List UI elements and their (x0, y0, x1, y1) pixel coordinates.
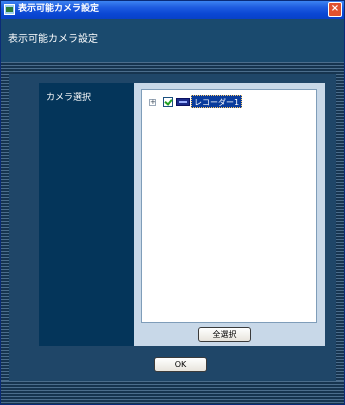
recorder-icon (176, 98, 190, 106)
tree-area: + レコーダー1 全選択 (134, 83, 325, 346)
left-border (1, 74, 9, 381)
header-band: 表示可能カメラ設定 (1, 19, 344, 62)
label-column: カメラ選択 (39, 83, 134, 346)
select-all-button[interactable]: 全選択 (198, 327, 251, 342)
close-icon: × (330, 3, 340, 14)
close-button[interactable]: × (328, 2, 342, 17)
check-icon (164, 97, 173, 106)
right-border (336, 74, 344, 381)
top-divider (1, 62, 344, 74)
app-icon (4, 4, 15, 15)
tree-node-recorder-1[interactable]: レコーダー1 (191, 95, 243, 108)
camera-tree[interactable]: + レコーダー1 (141, 89, 317, 323)
camera-select-panel: カメラ選択 + レコーダー1 全選択 (39, 83, 325, 346)
page-heading: 表示可能カメラ設定 (8, 34, 98, 45)
camera-select-label: カメラ選択 (46, 93, 92, 103)
ok-button[interactable]: OK (154, 357, 207, 372)
window-title: 表示可能カメラ設定 (18, 4, 100, 14)
bottom-divider (1, 381, 344, 404)
recorder-checkbox[interactable] (163, 97, 173, 107)
dialog-window: 表示可能カメラ設定 × 表示可能カメラ設定 カメラ選択 + レコーダー1 全選択… (0, 0, 345, 405)
content-area: カメラ選択 + レコーダー1 全選択 OK (9, 74, 336, 381)
expand-icon[interactable]: + (149, 99, 156, 106)
title-bar[interactable]: 表示可能カメラ設定 × (1, 1, 344, 19)
